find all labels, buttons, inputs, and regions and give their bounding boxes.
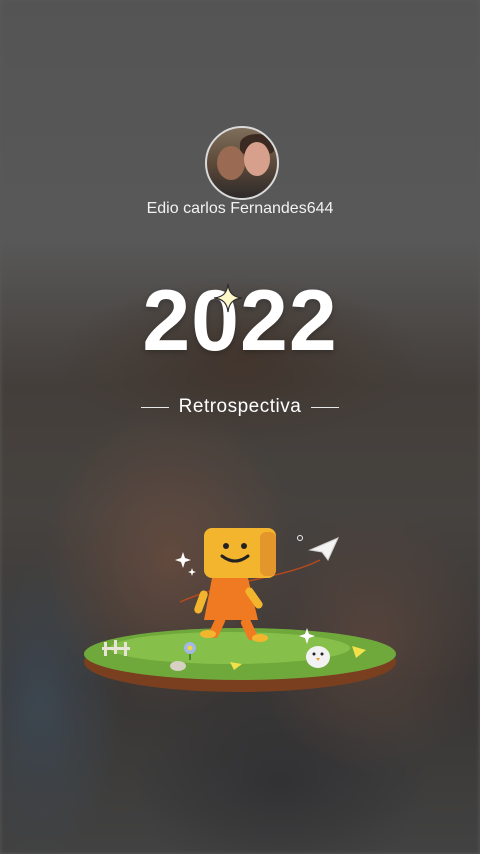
- subtitle-left-line: [140, 406, 169, 408]
- retrospective-illustration: [84, 528, 396, 692]
- paper-plane-icon: [308, 537, 339, 561]
- avatar-face-right: [244, 142, 270, 176]
- ring-icon: [297, 535, 303, 541]
- fence-icon: [102, 640, 130, 656]
- profile-avatar[interactable]: [205, 126, 279, 200]
- chick-icon: [306, 646, 330, 668]
- tiny-sparkle-icon: [188, 568, 196, 576]
- subtitle: Retrospectiva: [178, 396, 302, 417]
- mascot-character: [194, 528, 276, 642]
- username-label: Edio carlos Fernandes644: [146, 200, 334, 217]
- subtitle-right-line: [311, 406, 340, 408]
- subtitle-row: Retrospectiva: [0, 396, 480, 418]
- stone-icon: [170, 661, 186, 671]
- sparkle-icon: [213, 283, 243, 313]
- small-sparkle-icon: [175, 552, 191, 568]
- avatar-face-left: [217, 146, 245, 180]
